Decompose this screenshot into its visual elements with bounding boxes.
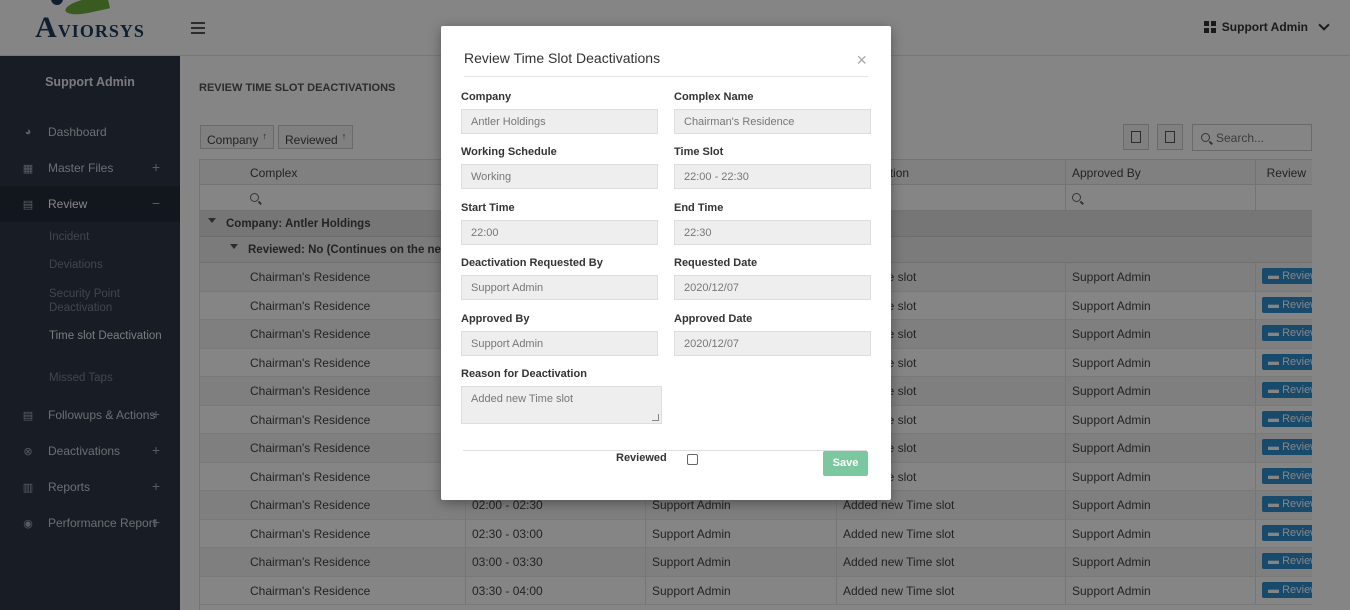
requested-date-label: Requested Date <box>674 257 758 269</box>
end-time-label: End Time <box>674 202 724 214</box>
requested-by-field[interactable]: Support Admin <box>461 275 658 300</box>
start-time-label: Start Time <box>461 202 515 214</box>
working-schedule-label: Working Schedule <box>461 146 557 158</box>
complex-name-field[interactable]: Chairman's Residence <box>674 109 871 134</box>
approved-date-label: Approved Date <box>674 313 753 325</box>
reason-textarea[interactable]: Added new Time slot <box>461 386 662 424</box>
time-slot-field[interactable]: 22:00 - 22:30 <box>674 164 871 189</box>
review-modal: Review Time Slot Deactivations × Company… <box>441 26 891 500</box>
company-label: Company <box>461 91 512 103</box>
requested-date-field[interactable]: 2020/12/07 <box>674 275 871 300</box>
close-icon[interactable]: × <box>856 51 867 69</box>
reason-label: Reason for Deactivation <box>461 368 587 380</box>
end-time-field[interactable]: 22:30 <box>674 220 871 245</box>
reviewed-checkbox[interactable] <box>687 454 698 465</box>
modal-title: Review Time Slot Deactivations <box>464 50 661 66</box>
approved-date-field[interactable]: 2020/12/07 <box>674 331 871 356</box>
complex-name-label: Complex Name <box>674 91 754 103</box>
requested-by-label: Deactivation Requested By <box>461 257 603 269</box>
save-button[interactable]: Save <box>823 451 868 476</box>
time-slot-label: Time Slot <box>674 146 724 158</box>
company-field[interactable]: Antler Holdings <box>461 109 658 134</box>
modal-footer-divider <box>463 450 867 451</box>
working-schedule-field[interactable]: Working <box>461 164 658 189</box>
start-time-field[interactable]: 22:00 <box>461 220 658 245</box>
modal-header-divider <box>464 76 868 77</box>
approved-by-label: Approved By <box>461 313 530 325</box>
approved-by-field[interactable]: Support Admin <box>461 331 658 356</box>
reviewed-label: Reviewed <box>616 452 667 464</box>
